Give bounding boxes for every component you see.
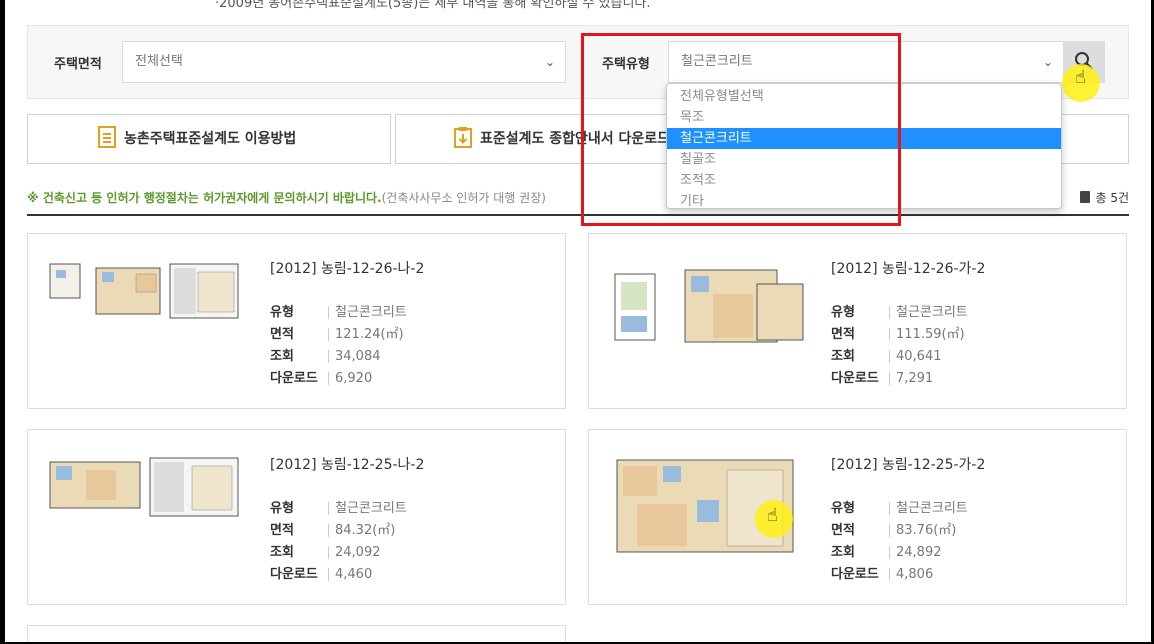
downloads-value: 4,806 — [889, 568, 933, 581]
area-select-value: 전체선택 — [135, 54, 183, 69]
document-icon — [1080, 191, 1091, 203]
downloads-key: 다운로드 — [270, 567, 318, 582]
area-value: 84.32(㎡) — [328, 524, 395, 537]
area-key: 면적 — [831, 327, 855, 342]
guide-button-label: 농촌주택표준설계도 이용방법 — [124, 131, 297, 147]
result-count-text: 총 5건 — [1095, 191, 1129, 205]
views-value: 40,641 — [889, 350, 942, 363]
type-value: 철근콘크리트 — [328, 306, 407, 319]
page: ·2009년 농어촌주택표준설계도(5종)는 세부 내역을 통해 확인하실 수 … — [5, 0, 1151, 642]
area-label: 주택면적 — [54, 57, 102, 72]
type-key: 유형 — [831, 305, 855, 320]
views-key: 조회 — [831, 545, 855, 560]
notice-text: ※ 건축신고 등 인허가 행정절차는 허가권자에게 문의하시기 바랍니다.(건축… — [27, 189, 546, 206]
area-value: 121.24(㎡) — [328, 328, 404, 341]
views-key: 조회 — [831, 349, 855, 364]
views-value: 34,084 — [328, 350, 381, 363]
card-title[interactable]: [2012] 농림-12-25-가-2 — [831, 454, 985, 474]
chevron-down-icon: ⌄ — [1042, 55, 1053, 69]
area-key: 면적 — [270, 327, 294, 342]
type-value: 철근콘크리트 — [328, 502, 407, 515]
area-key: 면적 — [270, 523, 294, 538]
area-value: 111.59(㎡) — [889, 328, 965, 341]
floor-plan-thumbnail — [49, 263, 239, 319]
views-key: 조회 — [270, 349, 294, 364]
downloads-value: 6,920 — [328, 372, 372, 385]
highlight-box — [581, 33, 901, 226]
downloads-key: 다운로드 — [831, 371, 879, 386]
downloads-value: 4,460 — [328, 568, 372, 581]
card-title[interactable]: [2012] 농림-12-25-나-2 — [270, 454, 424, 474]
design-card[interactable]: [2012] 농림-12-26-나-2 유형 철근콘크리트 면적 121.24(㎡)… — [27, 233, 566, 409]
notice-main: ※ 건축신고 등 인허가 행정절차는 허가권자에게 문의하시기 바랍니다. — [27, 191, 382, 205]
type-key: 유형 — [270, 501, 294, 516]
downloads-key: 다운로드 — [831, 567, 879, 582]
document-icon — [98, 126, 116, 148]
views-value: 24,092 — [328, 546, 381, 559]
card-title[interactable]: [2012] 농림-12-26-가-2 — [831, 258, 985, 278]
type-value: 철근콘크리트 — [889, 502, 968, 515]
chevron-down-icon: ⌄ — [544, 55, 555, 69]
type-key: 유형 — [270, 305, 294, 320]
clipboard-download-icon — [454, 127, 472, 148]
type-key: 유형 — [831, 501, 855, 516]
downloads-key: 다운로드 — [270, 371, 318, 386]
floor-plan-thumbnail — [614, 269, 804, 343]
card-title[interactable]: [2012] 농림-12-26-나-2 — [270, 258, 424, 278]
area-key: 면적 — [831, 523, 855, 538]
notice-sub: (건축사사무소 인허가 대행 권장) — [381, 191, 546, 205]
design-card[interactable]: [2012] 농림-12-25-가-2 유형 철근콘크리트 면적 83.76(㎡) … — [588, 429, 1127, 605]
downloads-value: 7,291 — [889, 372, 933, 385]
card-meta: 유형 철근콘크리트 면적 83.76(㎡) 조회 24,892 다운로드 4,806 — [831, 498, 968, 586]
divider — [27, 214, 1129, 216]
card-meta: 유형 철근콘크리트 면적 84.32(㎡) 조회 24,092 다운로드 4,460 — [270, 498, 407, 586]
views-key: 조회 — [270, 545, 294, 560]
area-value: 83.76(㎡) — [889, 524, 956, 537]
card-meta: 유형 철근콘크리트 면적 121.24(㎡) 조회 34,084 다운로드 6,920 — [270, 302, 407, 390]
design-card[interactable] — [27, 625, 566, 642]
hand-cursor-icon: ☝ — [767, 505, 778, 526]
views-value: 24,892 — [889, 546, 942, 559]
hand-cursor-icon: ☝ — [1075, 67, 1086, 88]
intro-text: ·2009년 농어촌주택표준설계도(5종)는 세부 내역을 통해 확인하실 수 … — [215, 0, 651, 11]
type-value: 철근콘크리트 — [889, 306, 968, 319]
floor-plan-thumbnail — [49, 457, 239, 517]
design-card[interactable]: [2012] 농림-12-26-가-2 유형 철근콘크리트 면적 111.59(㎡)… — [588, 233, 1127, 409]
design-card[interactable]: [2012] 농림-12-25-나-2 유형 철근콘크리트 면적 84.32(㎡) … — [27, 429, 566, 605]
area-select[interactable]: 전체선택 ⌄ — [122, 41, 566, 83]
card-meta: 유형 철근콘크리트 면적 111.59(㎡) 조회 40,641 다운로드 7,291 — [831, 302, 968, 390]
result-count: 총 5건 — [1080, 189, 1129, 206]
guide-button[interactable]: 농촌주택표준설계도 이용방법 — [27, 114, 391, 164]
